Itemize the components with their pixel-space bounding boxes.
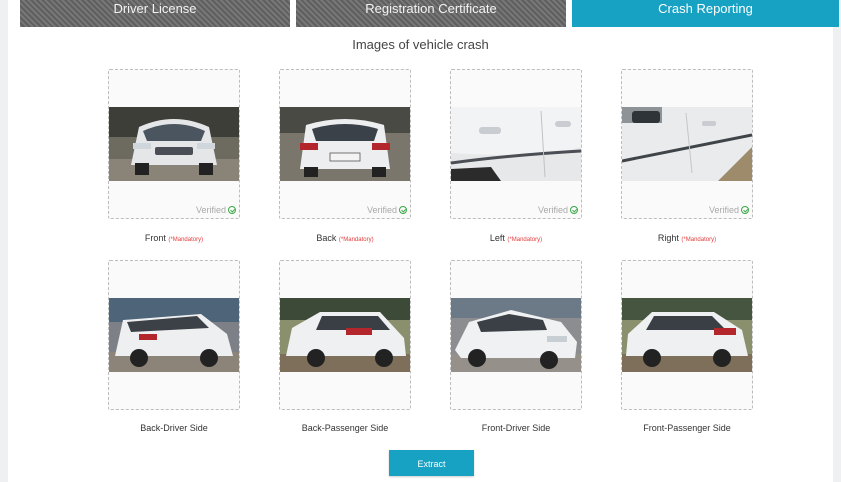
verified-status: Verified bbox=[709, 205, 749, 215]
document-tabs: Driver License Registration Certificate … bbox=[20, 0, 839, 27]
slot-caption-back: Back (*Mandatory) bbox=[265, 233, 425, 243]
slot-label: Back-Driver Side bbox=[140, 423, 208, 433]
verified-status: Verified bbox=[538, 205, 578, 215]
slot-caption-front: Front (*Mandatory) bbox=[94, 233, 254, 243]
car-back-photo bbox=[280, 107, 410, 181]
verified-label: Verified bbox=[195, 205, 226, 215]
crash-reporting-page: Driver License Registration Certificate … bbox=[8, 0, 839, 482]
slot-caption-front-passenger-side: Front-Passenger Side bbox=[607, 423, 767, 433]
car-front-driver-side-photo bbox=[451, 298, 581, 372]
slot-caption-back-passenger-side: Back-Passenger Side bbox=[265, 423, 425, 433]
upload-slot-back-driver-side[interactable] bbox=[108, 260, 240, 410]
tab-registration-certificate[interactable]: Registration Certificate bbox=[296, 0, 566, 27]
mandatory-note: (*Mandatory) bbox=[507, 237, 543, 243]
section-title: Images of vehicle crash bbox=[352, 37, 489, 52]
slot-label: Back-Passenger Side bbox=[301, 423, 389, 433]
mandatory-note: (*Mandatory) bbox=[338, 237, 374, 243]
slot-label: Left bbox=[489, 233, 505, 243]
upload-slot-right[interactable]: Verified bbox=[621, 69, 753, 219]
tab-label: Registration Certificate bbox=[365, 1, 497, 16]
tab-label: Driver License bbox=[113, 1, 197, 16]
upload-slot-front-driver-side[interactable] bbox=[450, 260, 582, 410]
verified-label: Verified bbox=[537, 205, 568, 215]
car-front-passenger-side-photo bbox=[622, 298, 752, 372]
slot-caption-back-driver-side: Back-Driver Side bbox=[94, 423, 254, 433]
tab-driver-license[interactable]: Driver License bbox=[20, 0, 290, 27]
mandatory-note: (*Mandatory) bbox=[168, 237, 204, 243]
upload-slot-back-passenger-side[interactable] bbox=[279, 260, 411, 410]
slot-caption-right: Right (*Mandatory) bbox=[607, 233, 767, 243]
verified-label: Verified bbox=[708, 205, 739, 215]
upload-slot-front[interactable]: Verified bbox=[108, 69, 240, 219]
car-left-photo bbox=[451, 107, 581, 181]
slot-label: Right bbox=[657, 233, 679, 243]
extract-button[interactable]: Extract bbox=[389, 450, 474, 476]
car-back-driver-side-photo bbox=[109, 298, 239, 372]
slot-label: Front bbox=[144, 233, 166, 243]
check-circle-icon bbox=[570, 206, 578, 214]
tab-label: Crash Reporting bbox=[658, 1, 753, 16]
car-front-photo bbox=[109, 107, 239, 181]
verified-label: Verified bbox=[366, 205, 397, 215]
car-back-passenger-side-photo bbox=[280, 298, 410, 372]
slot-label: Front-Passenger Side bbox=[643, 423, 731, 433]
check-circle-icon bbox=[228, 206, 236, 214]
slot-caption-front-driver-side: Front-Driver Side bbox=[436, 423, 596, 433]
mandatory-note: (*Mandatory) bbox=[681, 237, 717, 243]
check-circle-icon bbox=[399, 206, 407, 214]
upload-slot-front-passenger-side[interactable] bbox=[621, 260, 753, 410]
upload-slot-back[interactable]: Verified bbox=[279, 69, 411, 219]
verified-status: Verified bbox=[367, 205, 407, 215]
slot-label: Front-Driver Side bbox=[481, 423, 551, 433]
verified-status: Verified bbox=[196, 205, 236, 215]
upload-slot-left[interactable]: Verified bbox=[450, 69, 582, 219]
car-right-photo bbox=[622, 107, 752, 181]
slot-caption-left: Left (*Mandatory) bbox=[436, 233, 596, 243]
check-circle-icon bbox=[741, 206, 749, 214]
tab-crash-reporting[interactable]: Crash Reporting bbox=[572, 0, 839, 27]
slot-label: Back bbox=[316, 233, 337, 243]
